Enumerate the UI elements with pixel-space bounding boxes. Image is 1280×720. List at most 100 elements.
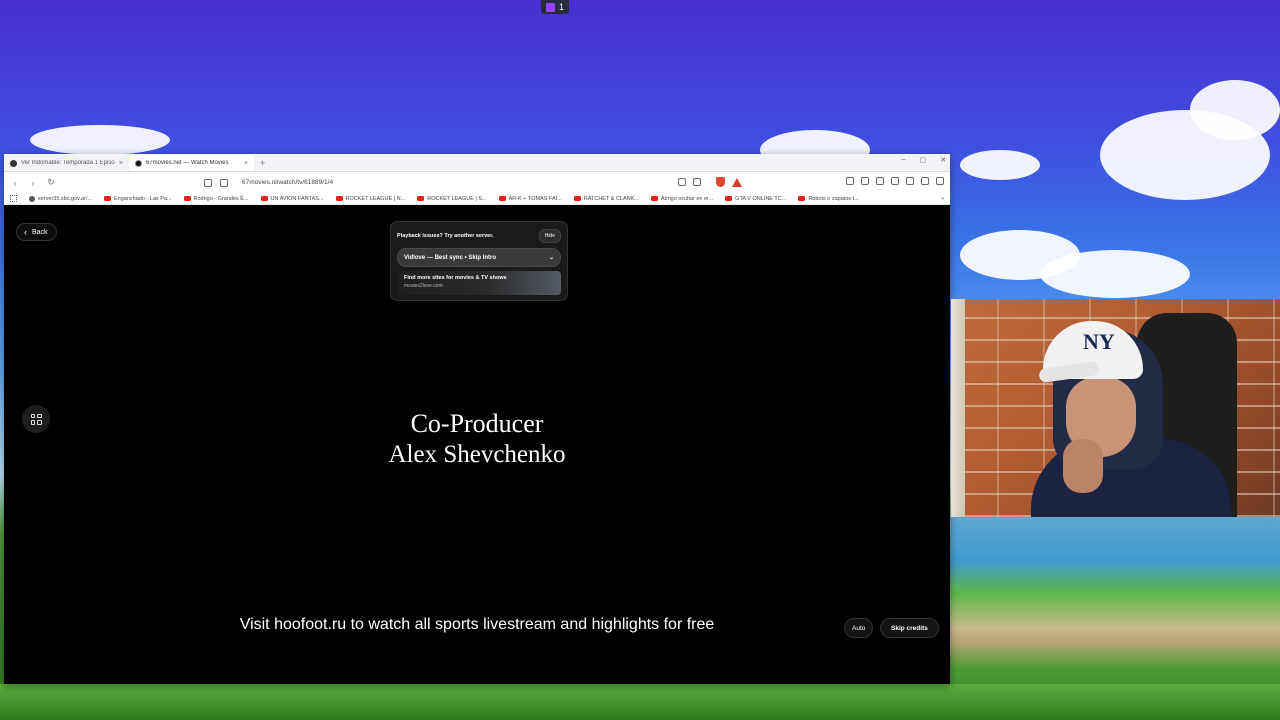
bookmark-item[interactable]: Robots o zapatos t... (798, 195, 859, 202)
quality-button[interactable]: Auto (844, 618, 874, 638)
subtitle-text: Visit hoofoot.ru to watch all sports liv… (239, 616, 715, 633)
chevron-left-icon: ‹ (24, 227, 27, 237)
new-tab-button[interactable]: + (254, 155, 271, 171)
bookmark-item[interactable]: server35.sbc.gov.ar/... (29, 195, 93, 202)
bookmark-item[interactable]: GTA V ONLINE TC... (725, 196, 786, 202)
bookmark-item[interactable]: ROCKET LEAGUE | S... (417, 196, 487, 202)
server-panel: Playback issues? Try another server. Hid… (390, 221, 568, 301)
bookmark-item[interactable]: Rodrigo - Grandes É... (183, 195, 249, 202)
twitch-count: 1 (558, 2, 564, 12)
bookmark-label: Robots o zapatos t... (808, 195, 859, 202)
bookmark-label: RATCHET & CLANK... (583, 195, 639, 202)
wallet-icon[interactable] (891, 177, 899, 185)
address-bar[interactable]: 67movies.nl/watch/tv/61889/1/4 (242, 179, 333, 186)
site-favicon-icon (135, 159, 142, 167)
credit-name: Alex Shevchenko (388, 441, 566, 468)
navigation-bar: ‹ › ↻ 67movies.nl/watch/tv/61889/1/4 (4, 172, 950, 193)
sidebar-icon[interactable] (876, 177, 884, 185)
menu-icon[interactable] (936, 177, 944, 185)
bookmark-item[interactable]: UN AVION FANTAS... (260, 195, 324, 202)
bookmark-label: Rodrigo - Grandes É... (193, 195, 249, 202)
bookmark-item[interactable]: AR-K + TOMAS FAI... (498, 195, 562, 202)
promo-banner[interactable]: Find more sites for movies & TV shows mo… (397, 271, 561, 295)
globe-icon (29, 195, 35, 202)
tab-67movies[interactable]: 67movies.net — Watch Movies × (129, 155, 254, 171)
youtube-icon (725, 196, 733, 201)
video-player[interactable]: ‹ Back Playback issues? Try another serv… (4, 211, 950, 684)
landscape-grass (0, 684, 1280, 720)
promo-url: movies2love.com (404, 283, 443, 289)
reload-button[interactable]: ↻ (46, 177, 56, 188)
bookmark-item[interactable]: Abrigo ocultar en er... (650, 195, 714, 202)
site-favicon-icon (10, 159, 17, 167)
streamer-hand (1063, 439, 1103, 493)
tab-close-icon[interactable]: × (244, 160, 248, 167)
extensions-icon[interactable] (906, 177, 914, 185)
hide-button[interactable]: Hide (538, 229, 561, 243)
bookmark-label: AR-K + TOMAS FAI... (508, 195, 562, 202)
cloud (30, 125, 170, 155)
bookmark-label: ROCKET LEAGUE | N... (345, 195, 406, 202)
cap-logo: NY (1083, 329, 1115, 354)
youtube-icon (104, 196, 112, 201)
bookmark-label: server35.sbc.gov.ar/... (38, 195, 93, 202)
webcam-overlay: NY (951, 299, 1280, 517)
bookmark-item[interactable]: Enganchado - Las Pa... (104, 195, 172, 202)
back-label: Back (32, 228, 48, 236)
youtube-icon (498, 196, 506, 201)
media-icon[interactable] (861, 177, 869, 185)
twitch-notification[interactable]: 1 (541, 0, 569, 14)
youtube-icon (260, 196, 268, 201)
server-select[interactable]: Vidlove — Best sync • Skip Intro ⌄ (397, 248, 561, 267)
brave-rewards-icon[interactable] (732, 177, 742, 187)
skip-credits-button[interactable]: Skip credits (880, 618, 939, 638)
apps-icon[interactable] (10, 195, 17, 202)
cast-icon[interactable] (678, 178, 686, 186)
vpn-icon[interactable] (921, 177, 929, 185)
bookmark-icon[interactable] (204, 178, 212, 187)
bookmark-label: UN AVION FANTAS... (270, 195, 324, 202)
site-settings-icon[interactable] (220, 178, 228, 187)
cloud (1040, 250, 1190, 298)
window-controls: – ▢ ✕ (902, 156, 946, 164)
credit-role: Co-Producer (410, 409, 544, 438)
youtube-icon (417, 196, 425, 201)
close-window-button[interactable]: ✕ (940, 156, 946, 164)
bookmarks-bar: server35.sbc.gov.ar/... Enganchado - Las … (4, 193, 950, 205)
bookmark-label: GTA V ONLINE TC... (735, 195, 787, 202)
maximize-button[interactable]: ▢ (920, 156, 927, 164)
translate-icon[interactable] (693, 178, 701, 186)
back-nav-button[interactable]: ‹ (10, 178, 20, 188)
bookmarks-overflow-button[interactable]: » (941, 196, 944, 202)
window (951, 299, 965, 517)
youtube-icon (573, 196, 581, 201)
twitch-icon (545, 2, 555, 12)
toolbar-icons (846, 177, 944, 185)
extension-icon[interactable] (846, 177, 854, 185)
tab-bar: Ver Indomable: Temporada 1 Episod × 67mo… (4, 154, 950, 172)
youtube-icon (335, 196, 343, 201)
server-select-value: Vidlove — Best sync • Skip Intro (404, 254, 497, 261)
cloud (1190, 80, 1280, 140)
address-bar-actions (678, 177, 742, 187)
cloud (960, 150, 1040, 180)
tab-title: 67movies.net — Watch Movies (146, 160, 229, 166)
promo-title: Find more sites for movies & TV shows (404, 275, 507, 281)
server-panel-title: Playback issues? Try another server. (397, 233, 494, 239)
youtube-icon (798, 196, 806, 201)
tab-indomable[interactable]: Ver Indomable: Temporada 1 Episod × (4, 155, 129, 171)
tab-title: Ver Indomable: Temporada 1 Episod (21, 160, 115, 166)
browser-window: Ver Indomable: Temporada 1 Episod × 67mo… (4, 154, 950, 684)
bookmark-item[interactable]: ROCKET LEAGUE | N... (335, 195, 406, 202)
youtube-icon (650, 196, 658, 201)
chevron-down-icon: ⌄ (548, 255, 554, 261)
tab-close-icon[interactable]: × (119, 160, 123, 167)
minimize-button[interactable]: – (902, 156, 906, 164)
youtube-icon (183, 196, 191, 201)
forward-nav-button[interactable]: › (28, 178, 38, 188)
player-back-button[interactable]: ‹ Back (16, 223, 57, 241)
bookmark-label: Abrigo ocultar en er... (660, 195, 714, 202)
bookmark-label: Enganchado - Las Pa... (114, 195, 172, 202)
brave-shield-icon[interactable] (716, 177, 725, 187)
bookmark-item[interactable]: RATCHET & CLANK... (573, 195, 639, 202)
